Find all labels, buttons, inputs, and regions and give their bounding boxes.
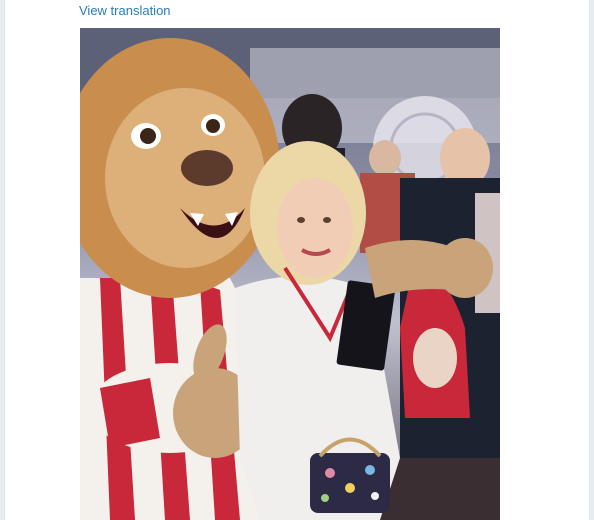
tweet-photo[interactable] (80, 28, 500, 520)
tweet-card: View translation (4, 0, 590, 520)
photo-illustration (80, 28, 500, 520)
view-translation-link[interactable]: View translation (79, 3, 171, 19)
